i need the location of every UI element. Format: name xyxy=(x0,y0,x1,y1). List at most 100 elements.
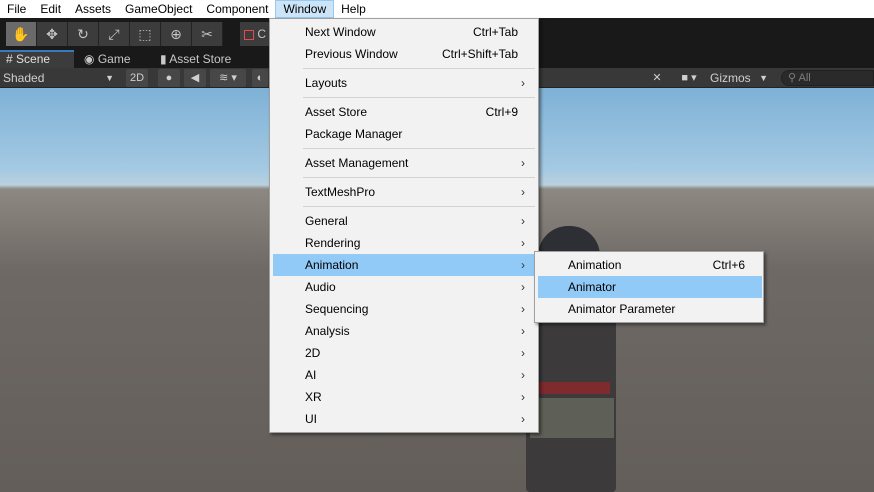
dropdown-arrow-icon: ▼ xyxy=(759,73,768,83)
lightbulb-icon: ● xyxy=(165,72,173,84)
chevron-right-icon: › xyxy=(521,346,525,360)
move-tool-button[interactable]: ✥ xyxy=(37,22,68,46)
dropdown-arrow-icon: ▼ xyxy=(105,73,114,83)
transform-tool-button[interactable]: ⊕ xyxy=(161,22,192,46)
toggle-2d-button[interactable]: 2D xyxy=(126,69,148,87)
shading-mode-dropdown[interactable]: Shaded ▼ xyxy=(0,69,120,87)
menubar: File Edit Assets GameObject Component Wi… xyxy=(0,0,874,18)
search-placeholder: All xyxy=(798,72,811,84)
menu-item-next-window[interactable]: Next Window Ctrl+Tab xyxy=(273,21,535,43)
menu-item-label: AI xyxy=(305,368,317,382)
menu-item-label: Rendering xyxy=(305,236,361,250)
scale-tool-button[interactable]: ⤢ xyxy=(99,22,130,46)
tools-button[interactable]: ✕ xyxy=(646,69,668,87)
menu-item-textmeshpro[interactable]: TextMeshPro › xyxy=(273,181,535,203)
transform-tools: ✋ ✥ ↻ ⤢ ⬚ ⊕ ✂ xyxy=(6,22,223,46)
menu-item-ai[interactable]: AI › xyxy=(273,364,535,386)
window-menu: Next Window Ctrl+Tab Previous Window Ctr… xyxy=(269,18,539,433)
camera-icon: ■ ▾ xyxy=(681,72,697,84)
menu-item-label: Animator xyxy=(568,280,617,294)
menu-item-asset-store[interactable]: Asset Store Ctrl+9 xyxy=(273,101,535,123)
wrench-icon: ✕ xyxy=(652,72,662,84)
menu-item-asset-management[interactable]: Asset Management › xyxy=(273,152,535,174)
submenu-item-animator[interactable]: Animator xyxy=(538,276,762,298)
rotate-icon: ↻ xyxy=(77,25,89,42)
rect-tool-button[interactable]: ⬚ xyxy=(130,22,161,46)
menu-item-previous-window[interactable]: Previous Window Ctrl+Shift+Tab xyxy=(273,43,535,65)
menu-item-sequencing[interactable]: Sequencing › xyxy=(273,298,535,320)
menu-item-xr[interactable]: XR › xyxy=(273,386,535,408)
menu-separator xyxy=(303,177,535,178)
menu-item-layouts[interactable]: Layouts › xyxy=(273,72,535,94)
menu-item-label: TextMeshPro xyxy=(305,185,376,199)
lighting-toggle-button[interactable]: ● xyxy=(158,69,180,87)
custom-tool-icon: ✂ xyxy=(201,25,213,42)
camera-button[interactable]: ■ ▾ xyxy=(674,69,704,87)
menu-help[interactable]: Help xyxy=(334,0,373,18)
chevron-right-icon: › xyxy=(521,280,525,294)
menu-window[interactable]: Window xyxy=(275,0,335,18)
chevron-right-icon: › xyxy=(521,324,525,338)
speaker-icon: ◀ xyxy=(190,72,200,84)
pivot-icon xyxy=(244,29,254,40)
menu-item-2d[interactable]: 2D › xyxy=(273,342,535,364)
menu-item-label: 2D xyxy=(305,346,321,360)
effects-toggle-button[interactable]: ≋ ▾ xyxy=(210,69,246,87)
chevron-right-icon: › xyxy=(521,214,525,228)
visibility-toggle-button[interactable]: ◐ xyxy=(252,69,268,87)
search-icon: ⚲ xyxy=(788,72,797,84)
menu-file[interactable]: File xyxy=(0,0,33,18)
menu-item-label: UI xyxy=(305,412,317,426)
chevron-right-icon: › xyxy=(521,302,525,316)
menu-item-audio[interactable]: Audio › xyxy=(273,276,535,298)
hand-icon: ✋ xyxy=(12,25,30,42)
menu-gameobject[interactable]: GameObject xyxy=(118,0,199,18)
menu-item-package-manager[interactable]: Package Manager xyxy=(273,123,535,145)
menu-item-label: Sequencing xyxy=(305,302,369,316)
menu-item-label: Animation xyxy=(568,258,622,272)
menu-item-label: Package Manager xyxy=(305,127,403,141)
character-belt xyxy=(536,382,610,394)
rotate-tool-button[interactable]: ↻ xyxy=(68,22,99,46)
menu-separator xyxy=(303,206,535,207)
submenu-item-animator-parameter[interactable]: Animator Parameter xyxy=(538,298,762,320)
chevron-right-icon: › xyxy=(521,412,525,426)
menu-component[interactable]: Component xyxy=(199,0,275,18)
menu-item-label: Animator Parameter xyxy=(568,302,676,316)
menu-edit[interactable]: Edit xyxy=(33,0,68,18)
menu-item-label: Animation xyxy=(305,258,359,272)
menu-item-ui[interactable]: UI › xyxy=(273,408,535,430)
menu-item-label: Next Window xyxy=(305,25,376,39)
shading-mode-label: Shaded xyxy=(3,71,45,85)
character-skirt xyxy=(530,398,614,438)
menu-item-shortcut: Ctrl+Tab xyxy=(472,25,518,39)
hand-tool-button[interactable]: ✋ xyxy=(6,22,37,46)
gizmos-label: Gizmos xyxy=(710,71,751,85)
grid-icon: # xyxy=(6,52,13,66)
custom-tool-button[interactable]: ✂ xyxy=(192,22,223,46)
pivot-label: C xyxy=(257,27,267,41)
menu-item-label: General xyxy=(305,214,348,228)
menu-item-general[interactable]: General › xyxy=(273,210,535,232)
menu-item-animation[interactable]: Animation › xyxy=(273,254,535,276)
chevron-right-icon: › xyxy=(521,76,525,90)
menu-item-shortcut: Ctrl+9 xyxy=(485,105,518,119)
menu-assets[interactable]: Assets xyxy=(68,0,118,18)
pivot-toggle[interactable]: C xyxy=(240,22,270,46)
tab-game-label: Game xyxy=(97,52,131,66)
menu-item-label: Asset Management xyxy=(305,156,409,170)
scene-search-input[interactable]: ⚲ All xyxy=(781,70,874,86)
tab-game[interactable]: ◉ Game xyxy=(78,50,148,68)
submenu-item-animation[interactable]: Animation Ctrl+6 xyxy=(538,254,762,276)
menu-item-rendering[interactable]: Rendering › xyxy=(273,232,535,254)
menu-item-label: Layouts xyxy=(305,76,348,90)
bag-icon: ▮ xyxy=(160,52,167,66)
chevron-right-icon: › xyxy=(521,368,525,382)
menu-item-shortcut: Ctrl+6 xyxy=(712,258,745,272)
tab-asset-store[interactable]: ▮ Asset Store xyxy=(154,50,264,68)
rect-tool-icon: ⬚ xyxy=(138,25,152,42)
menu-item-analysis[interactable]: Analysis › xyxy=(273,320,535,342)
audio-toggle-button[interactable]: ◀ xyxy=(184,69,206,87)
gizmos-dropdown[interactable]: Gizmos ▼ xyxy=(706,69,772,87)
tab-scene[interactable]: # Scene xyxy=(0,50,74,68)
